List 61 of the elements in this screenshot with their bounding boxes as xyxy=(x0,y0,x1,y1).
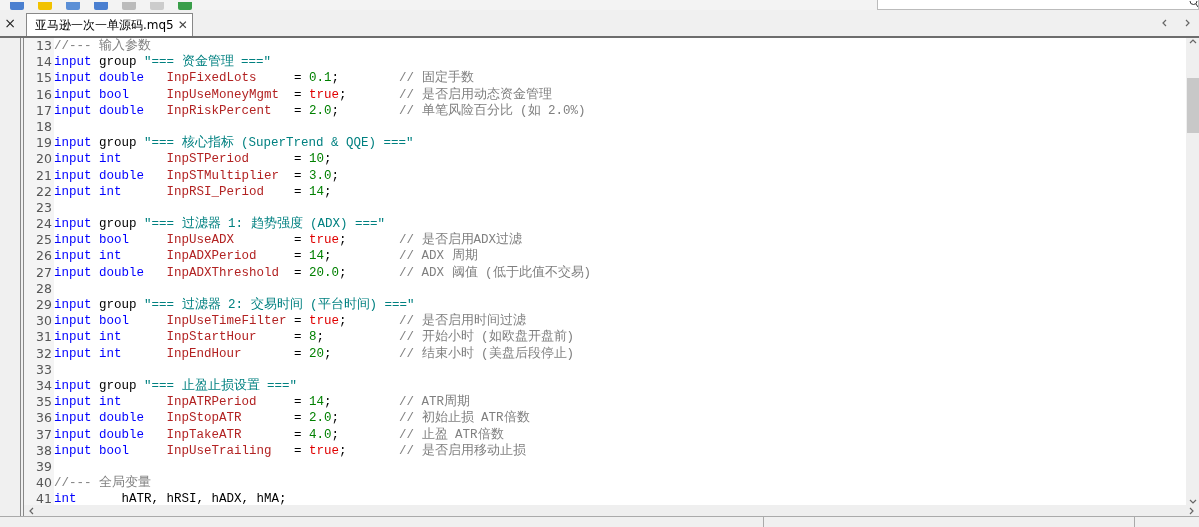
code-line: input bool InpUseADX = true; // 是否启用ADX过滤 xyxy=(54,232,523,248)
code-line: input double InpStopATR = 2.0; // 初始止损 ATR倍数 xyxy=(54,410,530,427)
horizontal-scrollbar[interactable] xyxy=(24,505,1199,516)
line-number: 24 xyxy=(24,216,54,233)
vertical-scrollbar[interactable] xyxy=(1186,38,1199,505)
code-line: input double InpRiskPercent = 2.0; // 单笔风险百分比 (如 2.0%) xyxy=(54,102,586,119)
code-line: input int InpEndHour = 20; // 结束小时 (美盘后段停止) xyxy=(54,345,575,362)
code-line: int hATR, hRSI, hADX, hMA; xyxy=(54,491,287,505)
code-line: input group "=== 核心指标 (SuperTrend & QQE) ===" xyxy=(54,135,414,152)
code-line: input bool InpUseTimeFilter = true; // 是否启用时间过滤 xyxy=(54,313,526,329)
toolbar-icon[interactable] xyxy=(122,2,136,10)
code-line: input int InpRSI_Period = 14; xyxy=(54,183,332,200)
line-number: 20 xyxy=(24,151,54,168)
line-number: 19 xyxy=(24,135,54,152)
toolbar-icon[interactable] xyxy=(150,2,164,10)
code-line: input bool InpUseTrailing = true; // 是否启用移动止损 xyxy=(54,442,526,459)
code-line: input group "=== 过滤器 2: 交易时间 (平台时间) ===" xyxy=(54,297,415,314)
chevron-left-icon[interactable] xyxy=(1161,19,1169,27)
code-line: //--- 输入参数 xyxy=(54,38,151,55)
toolbar-icon[interactable] xyxy=(178,2,192,10)
line-number: 15 xyxy=(24,70,54,87)
code-line: input int InpStartHour = 8; // 开始小时 (如欧盘开盘前) xyxy=(54,329,575,346)
code-line: //--- 全局变量 xyxy=(54,475,151,492)
toolbar-icon[interactable] xyxy=(38,2,52,10)
code-line: input double InpADXThreshold = 20.0; // ADX 阈值 (低于此值不交易) xyxy=(54,264,592,281)
code-line: input int InpATRPeriod = 14; // ATR周期 xyxy=(54,394,471,410)
line-number: 40 xyxy=(24,475,54,492)
code-line: input int InpADXPeriod = 14; // ADX 周期 xyxy=(54,248,478,265)
line-number: 30 xyxy=(24,313,54,330)
code-line: input group "=== 止盈止损设置 ===" xyxy=(54,377,298,395)
line-number: 35 xyxy=(24,394,54,411)
chevron-down-icon[interactable] xyxy=(1188,497,1197,505)
toolbar-icon[interactable] xyxy=(10,2,24,10)
line-number: 36 xyxy=(24,410,54,427)
file-tab[interactable]: 亚马逊一次一单源码.mq5 ✕ xyxy=(26,13,193,36)
code-line: input double InpTakeATR = 4.0; // 止盈 ATR倍数 xyxy=(54,426,504,443)
code-line: input double InpSTMultiplier = 3.0; xyxy=(54,167,340,184)
chevron-right-icon[interactable] xyxy=(1187,506,1195,515)
code-line: input group "=== 过滤器 1: 趋势强度 (ADX) ===" xyxy=(54,216,386,233)
line-number: 26 xyxy=(24,248,54,265)
code-line: input group "=== 资金管理 ===" xyxy=(54,54,272,71)
code-line: input double InpFixedLots = 0.1; // 固定手数 xyxy=(54,70,474,87)
tab-label: 亚马逊一次一单源码.mq5 xyxy=(35,16,174,34)
scrollbar-thumb[interactable] xyxy=(1186,78,1199,133)
toolbar-icon[interactable] xyxy=(94,2,108,10)
chevron-left-icon[interactable] xyxy=(28,506,36,515)
line-number: 14 xyxy=(24,54,54,71)
close-button[interactable]: ✕ xyxy=(177,18,188,32)
line-number: 29 xyxy=(24,297,54,314)
code-line: input int InpSTPeriod = 10; xyxy=(54,151,332,168)
toolbar-icon[interactable] xyxy=(66,2,80,10)
close-button[interactable]: × xyxy=(0,15,20,31)
chevron-right-icon[interactable] xyxy=(1183,19,1191,27)
code-editor[interactable] xyxy=(23,38,1199,516)
search-field[interactable] xyxy=(877,0,1199,10)
line-number: 31 xyxy=(24,329,54,346)
line-number: 13 xyxy=(24,38,54,55)
line-number: 25 xyxy=(24,232,54,249)
chevron-up-icon[interactable] xyxy=(1188,38,1197,46)
code-line: input bool InpUseMoneyMgmt = true; // 是否启用动态资金管理 xyxy=(54,86,552,103)
line-number: 41 xyxy=(24,491,54,505)
